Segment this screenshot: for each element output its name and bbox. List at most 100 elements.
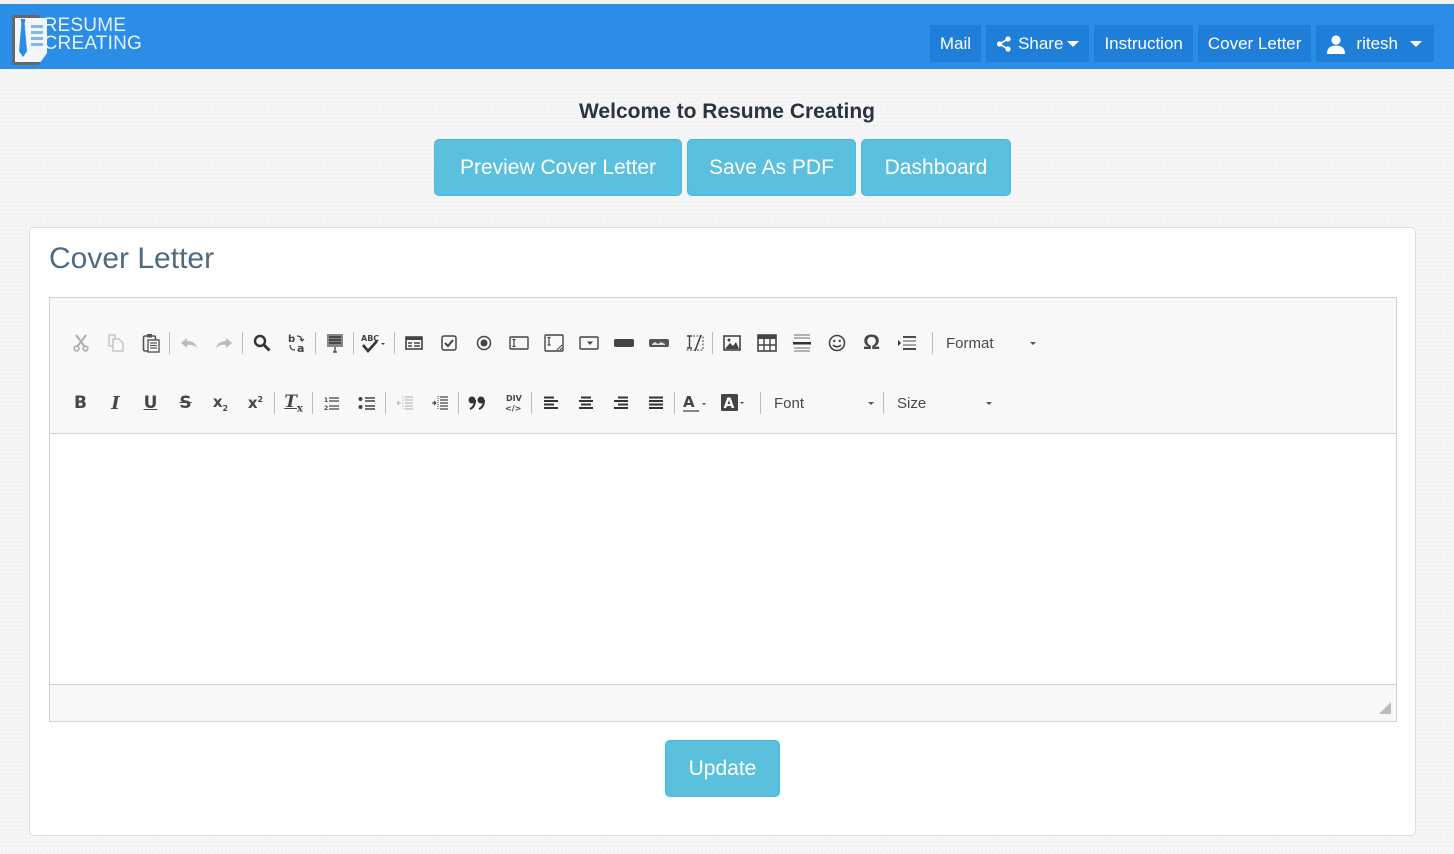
textarea-icon: [543, 334, 564, 352]
toolbar-separator: [674, 392, 675, 414]
svg-text:1: 1: [324, 397, 328, 404]
spell-check-button[interactable]: ABC: [355, 328, 393, 358]
checkbox-button[interactable]: [431, 328, 466, 358]
bold-icon: B: [74, 393, 87, 413]
redo-icon: [215, 338, 232, 348]
cover-letter-panel: Cover Letter b a ABC Ω Format B I U S x2…: [29, 227, 1416, 836]
format-dropdown-label: Format: [946, 334, 994, 352]
align-right-icon: [613, 396, 628, 409]
redo-button[interactable]: [206, 328, 241, 358]
nav-user-dropdown[interactable]: ritesh: [1316, 25, 1434, 62]
nav-menu: Mail Share Instruction Cover Letter rite…: [929, 25, 1434, 62]
select-all-button[interactable]: [317, 328, 352, 358]
hidden-field-button[interactable]: [676, 328, 711, 358]
image-icon: [722, 335, 741, 351]
superscript-button[interactable]: x2: [238, 388, 273, 418]
decrease-indent-button[interactable]: [387, 388, 422, 418]
align-left-icon: [543, 396, 558, 409]
svg-text:A: A: [683, 393, 695, 411]
div-container-icon: DIV</>: [505, 394, 522, 413]
align-left-button[interactable]: [533, 388, 568, 418]
size-dropdown[interactable]: Size: [885, 388, 1000, 418]
page-break-button[interactable]: [889, 328, 924, 358]
radio-icon: [476, 335, 491, 351]
action-buttons: Preview Cover Letter Save As PDF Dashboa…: [434, 139, 1011, 196]
toolbar-separator: [242, 332, 243, 354]
strikethrough-button[interactable]: S: [168, 388, 203, 418]
subscript-button[interactable]: x2: [203, 388, 238, 418]
toolbar-separator: [274, 392, 275, 414]
image-button-field-button[interactable]: [641, 328, 676, 358]
caret-down-icon: [1410, 40, 1422, 47]
horizontal-line-button[interactable]: [784, 328, 819, 358]
toolbar-separator: [169, 332, 170, 354]
undo-button[interactable]: [171, 328, 206, 358]
select-field-button[interactable]: [571, 328, 606, 358]
copy-button[interactable]: [98, 328, 133, 358]
font-dropdown[interactable]: Font: [762, 388, 882, 418]
svg-text:A: A: [724, 396, 735, 412]
horizontal-line-icon: [792, 334, 811, 352]
text-field-icon: [508, 336, 529, 350]
paste-from-word-button[interactable]: [133, 328, 168, 358]
share-icon: [996, 35, 1012, 52]
spellcheck-icon: ABC: [361, 334, 385, 353]
bold-button[interactable]: B: [63, 388, 98, 418]
caret-down-icon: [1030, 341, 1036, 345]
replace-icon: ba: [288, 334, 304, 353]
blockquote-button[interactable]: [460, 388, 495, 418]
user-icon: [1326, 34, 1346, 54]
create-div-button[interactable]: DIV </>: [495, 388, 530, 418]
dashboard-button[interactable]: Dashboard: [861, 139, 1011, 196]
increase-indent-button[interactable]: [422, 388, 457, 418]
background-color-button[interactable]: A: [714, 388, 752, 418]
remove-format-button[interactable]: Tx: [276, 388, 311, 418]
update-button[interactable]: Update: [665, 740, 780, 797]
format-dropdown[interactable]: Format: [934, 328, 1044, 358]
align-right-button[interactable]: [603, 388, 638, 418]
form-button[interactable]: [396, 328, 431, 358]
nav-cover-letter[interactable]: Cover Letter: [1197, 25, 1312, 62]
brand-logo[interactable]: RESUME CREATING: [12, 15, 142, 67]
text-color-button[interactable]: A: [676, 388, 714, 418]
align-center-button[interactable]: [568, 388, 603, 418]
bulleted-list-button[interactable]: [349, 388, 384, 418]
nav-share-dropdown[interactable]: Share: [986, 25, 1090, 62]
svg-text:b: b: [288, 334, 295, 345]
smiley-button[interactable]: [819, 328, 854, 358]
numbered-list-button[interactable]: 12: [314, 388, 349, 418]
resize-handle-icon[interactable]: [1379, 702, 1391, 714]
editor-content-area[interactable]: [50, 434, 1396, 685]
italic-button[interactable]: I: [98, 388, 133, 418]
background-color-icon: A: [721, 394, 744, 412]
textarea-button[interactable]: [536, 328, 571, 358]
indent-icon: [431, 396, 448, 410]
table-button[interactable]: [749, 328, 784, 358]
image-button[interactable]: [714, 328, 749, 358]
caret-down-icon: [986, 401, 992, 405]
select-field-icon: [578, 336, 599, 350]
find-button[interactable]: [244, 328, 279, 358]
justify-button[interactable]: [638, 388, 673, 418]
toolbar-separator: [394, 332, 395, 354]
cut-button[interactable]: [63, 328, 98, 358]
replace-button[interactable]: ba: [279, 328, 314, 358]
font-dropdown-label: Font: [774, 394, 805, 412]
preview-cover-letter-button[interactable]: Preview Cover Letter: [434, 139, 682, 196]
numbered-list-icon: 12: [324, 397, 339, 411]
select-all-icon: [326, 334, 343, 353]
panel-title: Cover Letter: [49, 242, 215, 275]
nav-mail[interactable]: Mail: [929, 25, 982, 62]
underline-button[interactable]: U: [133, 388, 168, 418]
superscript-icon: x2: [247, 394, 264, 412]
toolbar-separator: [883, 392, 884, 414]
special-character-button[interactable]: Ω: [854, 328, 889, 358]
radio-button[interactable]: [466, 328, 501, 358]
save-as-pdf-button[interactable]: Save As PDF: [687, 139, 856, 196]
svg-text:2: 2: [324, 405, 328, 411]
svg-text:a: a: [297, 342, 304, 353]
text-field-button[interactable]: [501, 328, 536, 358]
button-field-button[interactable]: [606, 328, 641, 358]
toolbar-separator: [531, 392, 532, 414]
nav-instruction[interactable]: Instruction: [1094, 25, 1193, 62]
